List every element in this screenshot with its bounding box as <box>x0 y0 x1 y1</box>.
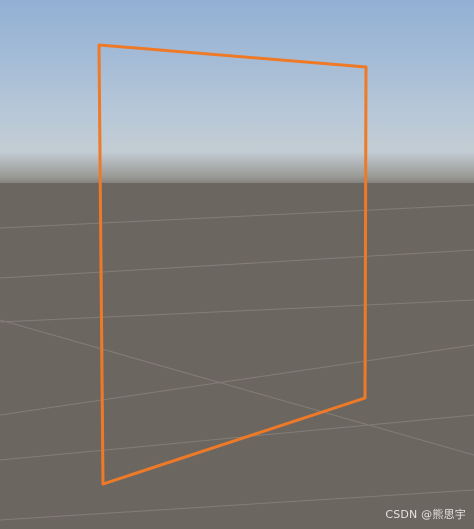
grid-line <box>0 204 474 229</box>
scene-view[interactable]: CSDN @熊思宇 <box>0 0 474 529</box>
grid-line <box>0 344 474 416</box>
grid-line <box>0 249 474 279</box>
grid-line <box>0 414 474 461</box>
grid-line <box>0 319 474 456</box>
scene-grid <box>0 204 474 521</box>
watermark-text: CSDN @熊思宇 <box>385 508 466 521</box>
scene-gizmos <box>0 43 474 521</box>
grid-line <box>0 299 474 323</box>
